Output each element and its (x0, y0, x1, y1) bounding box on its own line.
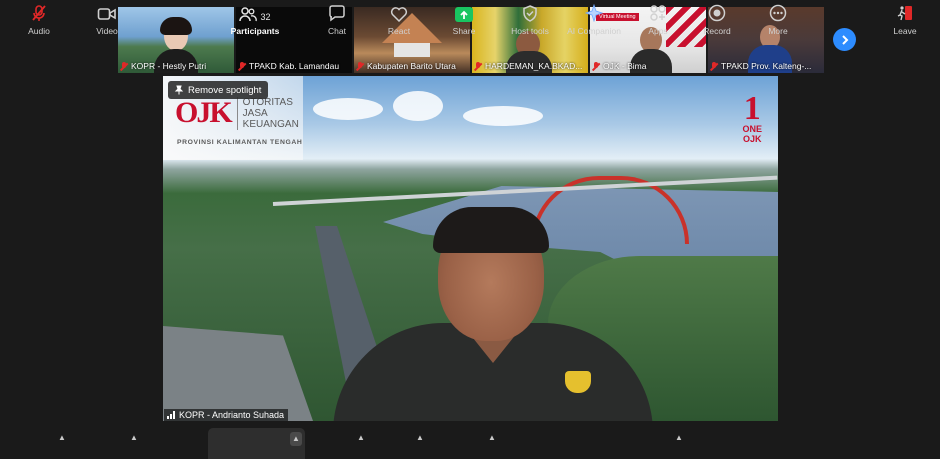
record-icon (708, 4, 726, 22)
video-button[interactable]: Video (91, 0, 123, 36)
chat-options-caret[interactable]: ▲ (357, 434, 365, 442)
meeting-toolbar (0, 423, 940, 459)
participant-name: Kabupaten Barito Utara (367, 61, 456, 71)
participant-hair (160, 17, 192, 35)
participants-label: Participants (230, 26, 280, 36)
mic-muted-icon (356, 61, 364, 71)
signal-strength-icon (167, 411, 175, 419)
thumbnail-label: HARDEMAN_KA.BKAD... (474, 61, 586, 71)
thumbnail-label: TPAKD Kab. Lamandau (238, 61, 350, 71)
ai-companion-label: AI Companion (567, 26, 621, 36)
remove-spotlight-button[interactable]: Remove spotlight (168, 81, 269, 99)
host-tools-label: Host tools (511, 26, 549, 36)
mic-muted-icon (592, 61, 600, 71)
next-page-button[interactable] (833, 28, 856, 51)
record-button[interactable]: Record (700, 0, 734, 36)
leave-label: Leave (893, 26, 917, 36)
video-camera-icon (97, 8, 116, 20)
leave-button[interactable]: Leave (890, 0, 920, 36)
participant-thumbnail[interactable]: KOPR - Hestly Putri (118, 7, 234, 73)
participants-button[interactable]: 32 Participants (224, 0, 286, 36)
chat-label: Chat (328, 26, 346, 36)
thumbnail-label: Kabupaten Barito Utara (356, 61, 468, 71)
chat-icon (329, 5, 345, 22)
speaker-name-tag: KOPR - Andrianto Suhada (164, 409, 289, 421)
record-label: Record (703, 26, 731, 36)
mic-muted-icon (32, 5, 46, 21)
plaza (163, 326, 313, 421)
apps-icon (650, 5, 666, 21)
more-label: More (768, 26, 788, 36)
logo-line: JASA (242, 107, 268, 119)
audio-label: Audio (28, 26, 50, 36)
participant-name: TPAKD Prov. Kalteng-... (721, 61, 812, 71)
sparkle-icon (585, 4, 603, 22)
participants-count: 32 (260, 12, 271, 22)
province-label: PROVINSI KALIMANTAN TENGAH (177, 139, 303, 146)
shield-icon (523, 5, 537, 22)
more-icon (769, 4, 787, 22)
share-button[interactable]: Share (448, 0, 480, 36)
apps-button[interactable]: Apps (644, 0, 672, 36)
participants-options-caret[interactable]: ▲ (290, 432, 302, 446)
participant-name: HARDEMAN_KA.BKAD... (485, 61, 583, 71)
more-button[interactable]: More (763, 0, 793, 36)
one-ojk-logo: 1 ONE OJK (742, 90, 762, 145)
participant-name: OJK - Bima (603, 61, 647, 71)
speaker-badge (565, 371, 591, 393)
audio-button[interactable]: Audio (23, 0, 55, 36)
apps-options-caret[interactable]: ▲ (675, 434, 683, 442)
leave-icon (897, 6, 912, 21)
cloud (463, 106, 543, 126)
pin-icon (174, 85, 184, 95)
room-table (394, 43, 430, 57)
chevron-right-icon (841, 34, 848, 45)
ojk-logo-text: OTORITAS JASA KEUANGAN (236, 96, 299, 130)
cloud (313, 98, 383, 120)
cloud (393, 91, 443, 121)
logo-line: KEUANGAN (242, 118, 299, 130)
heart-icon (390, 7, 408, 22)
share-label: Share (452, 26, 476, 36)
host-tools-button[interactable]: Host tools (506, 0, 554, 36)
mic-muted-icon (474, 61, 482, 71)
one-ojk-line: OJK (742, 134, 762, 144)
remove-spotlight-label: Remove spotlight (188, 84, 262, 96)
participants-icon (239, 7, 258, 22)
speaker (333, 207, 653, 421)
thumbnail-label: TPAKD Prov. Kalteng-... (710, 61, 822, 71)
one-ojk-line: ONE (742, 124, 762, 134)
share-screen-icon (455, 7, 473, 22)
react-button[interactable]: React (384, 0, 414, 36)
participant-name: TPAKD Kab. Lamandau (249, 61, 340, 71)
ojk-logo-mark: OJK (175, 96, 233, 129)
one-ojk-number: 1 (743, 90, 761, 127)
thumbnail-label: KOPR - Hestly Putri (120, 61, 232, 71)
video-options-caret[interactable]: ▲ (130, 434, 138, 442)
ojk-logo: OJK OTORITAS JASA KEUANGAN (175, 96, 299, 130)
apps-label: Apps (648, 26, 668, 36)
thumbnail-label: OJK - Bima (592, 61, 704, 71)
react-options-caret[interactable]: ▲ (416, 434, 424, 442)
speaker-hair (433, 207, 549, 253)
chat-button[interactable]: Chat (322, 0, 352, 36)
mic-muted-icon (238, 61, 246, 71)
react-label: React (387, 26, 411, 36)
video-label: Video (96, 26, 118, 36)
participant-name: KOPR - Hestly Putri (131, 61, 207, 71)
mic-muted-icon (710, 61, 718, 71)
share-options-caret[interactable]: ▲ (488, 434, 496, 442)
ai-companion-button[interactable]: AI Companion (562, 0, 626, 36)
speaker-name: KOPR - Andrianto Suhada (179, 410, 285, 420)
audio-options-caret[interactable]: ▲ (58, 434, 66, 442)
spotlight-video: OJK OTORITAS JASA KEUANGAN PROVINSI KALI… (163, 76, 778, 421)
arrow-up-icon (460, 10, 468, 19)
mic-muted-icon (120, 61, 128, 71)
